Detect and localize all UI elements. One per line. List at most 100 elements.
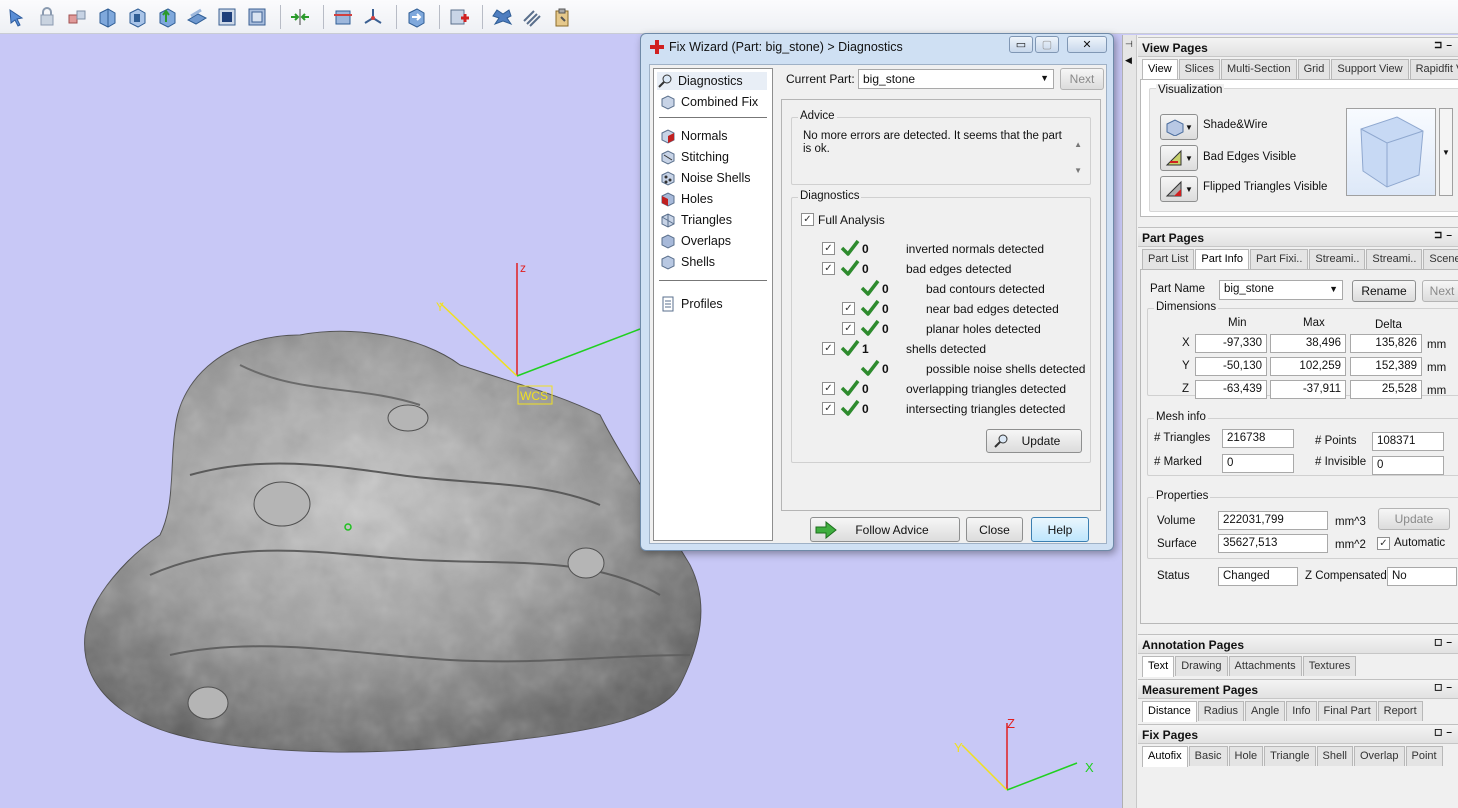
fix-wizard-icon[interactable] — [446, 4, 472, 30]
update-button[interactable]: Update — [986, 429, 1082, 453]
export-icon[interactable] — [403, 4, 429, 30]
maximize-close-icon[interactable]: ◻– — [1434, 637, 1456, 648]
measurement_pages-tab-5[interactable]: Report — [1377, 701, 1423, 721]
fix_pages-tab-1[interactable]: Basic — [1188, 746, 1228, 766]
diagnostic-checkbox[interactable]: ✓ — [822, 402, 835, 415]
select-icon[interactable] — [4, 4, 30, 30]
collapse-icon[interactable]: ◀ — [1125, 55, 1132, 66]
nav-item-triangles[interactable]: Triangles — [660, 211, 732, 229]
annotation-pages-header[interactable]: Annotation Pages ◻– — [1138, 634, 1458, 654]
part_pages-tab-2[interactable]: Part Fixi.. — [1249, 249, 1309, 269]
fix_pages-tab-3[interactable]: Triangle — [1264, 746, 1316, 766]
part_pages-tab-5[interactable]: Scenes — [1423, 249, 1458, 269]
diagnostic-checkbox[interactable]: ✓ — [822, 262, 835, 275]
fix-pages-header[interactable]: Fix Pages ◻– — [1138, 724, 1458, 744]
measurement_pages-tab-2[interactable]: Angle — [1245, 701, 1286, 721]
maximize-close-icon[interactable]: ◻– — [1434, 682, 1456, 693]
fix_pages-tab-4[interactable]: Shell — [1316, 746, 1353, 766]
measurement_pages-tab-1[interactable]: Radius — [1197, 701, 1245, 721]
nav-item-stitching[interactable]: Stitching — [660, 148, 729, 166]
view-cube-dropdown[interactable]: ▼ — [1439, 108, 1453, 196]
next-button[interactable]: Next — [1060, 68, 1104, 90]
properties-update-button[interactable]: Update — [1378, 508, 1450, 530]
current-part-select[interactable]: big_stone ▼ — [858, 69, 1054, 89]
maximize-close-icon[interactable]: ◻– — [1434, 727, 1456, 738]
close-icon: ✕ — [1082, 39, 1092, 51]
nav-item-shells[interactable]: Shells — [660, 253, 715, 271]
diagnostic-checkbox[interactable]: ✓ — [822, 342, 835, 355]
follow-advice-button[interactable]: Follow Advice — [810, 517, 960, 542]
nav-item-combined-fix[interactable]: Combined Fix — [660, 93, 758, 111]
bad-edges-button[interactable]: ▼ — [1160, 145, 1198, 171]
part-next-button[interactable]: Next — [1422, 280, 1458, 302]
part_pages-tab-3[interactable]: Streami.. — [1309, 249, 1366, 269]
align-icon[interactable] — [287, 4, 313, 30]
view_pages-tab-0[interactable]: View — [1142, 59, 1178, 80]
annotation_pages-tab-1[interactable]: Drawing — [1175, 656, 1228, 676]
box-icon[interactable] — [214, 4, 240, 30]
view_pages-tab-5[interactable]: Rapidfit View — [1409, 59, 1458, 79]
rename-button[interactable]: Rename — [1352, 280, 1416, 302]
flipped-triangles-button[interactable]: ▼ — [1160, 176, 1198, 202]
measurement-pages-header[interactable]: Measurement Pages ◻– — [1138, 679, 1458, 699]
view-front-icon[interactable] — [94, 4, 120, 30]
automatic-checkbox[interactable]: ✓ — [1377, 537, 1390, 550]
nav-item-profiles[interactable]: Profiles — [660, 295, 723, 313]
nav-item-diagnostics[interactable]: Diagnostics — [657, 72, 767, 90]
pin-icon[interactable]: ⊣ — [1125, 39, 1133, 50]
annotation_pages-tab-0[interactable]: Text — [1142, 656, 1175, 677]
annotation_pages-tab-2[interactable]: Attachments — [1228, 656, 1302, 676]
part-name-select[interactable]: big_stone ▼ — [1219, 280, 1343, 300]
clipboard-icon[interactable] — [549, 4, 575, 30]
shaded-box-icon[interactable] — [244, 4, 270, 30]
view-pages-header[interactable]: View Pages ⊐– — [1138, 37, 1458, 57]
fix_pages-tab-5[interactable]: Overlap — [1353, 746, 1405, 766]
view-pages-title: View Pages — [1142, 41, 1208, 55]
view_pages-tab-4[interactable]: Support View — [1331, 59, 1409, 79]
view-iso-icon[interactable] — [154, 4, 180, 30]
diagnostic-checkbox[interactable]: ✓ — [822, 382, 835, 395]
annotation_pages-tab-3[interactable]: Textures — [1302, 656, 1357, 676]
nav-item-normals[interactable]: Normals — [660, 127, 728, 145]
layers-icon[interactable] — [519, 4, 545, 30]
pin-close-icon[interactable]: ⊐– — [1434, 40, 1456, 51]
minimize-button[interactable]: ▭ — [1009, 36, 1033, 53]
stone-model[interactable] — [84, 330, 702, 753]
shade-wire-button[interactable]: ▼ — [1160, 114, 1198, 140]
axes-transform-icon[interactable] — [360, 4, 386, 30]
part_pages-tab-0[interactable]: Part List — [1142, 249, 1195, 269]
flip-plane-icon[interactable] — [184, 4, 210, 30]
settings-icon[interactable] — [489, 4, 515, 30]
part_pages-tab-4[interactable]: Streami.. — [1366, 249, 1423, 269]
view-side-icon[interactable] — [124, 4, 150, 30]
nav-item-overlaps[interactable]: Overlaps — [660, 232, 731, 250]
lock-icon[interactable] — [34, 4, 60, 30]
view-cube[interactable] — [1346, 108, 1436, 196]
cubes-icon[interactable] — [64, 4, 90, 30]
diagnostic-checkbox[interactable]: ✓ — [822, 242, 835, 255]
measurement_pages-tab-3[interactable]: Info — [1286, 701, 1317, 721]
view_pages-tab-2[interactable]: Multi-Section — [1221, 59, 1297, 79]
close-window-button[interactable]: ✕ — [1067, 36, 1107, 53]
close-button[interactable]: Close — [966, 517, 1023, 542]
pin-close-icon[interactable]: ⊐– — [1434, 230, 1456, 241]
measurement_pages-tab-0[interactable]: Distance — [1142, 701, 1197, 722]
advice-scrollbar[interactable]: ▲ ▼ — [1074, 132, 1082, 184]
view_pages-tab-1[interactable]: Slices — [1178, 59, 1220, 79]
diagnostic-checkbox[interactable]: ✓ — [842, 302, 855, 315]
full-analysis-checkbox[interactable]: ✓ — [801, 213, 814, 226]
nav-item-noise-shells[interactable]: Noise Shells — [660, 169, 750, 187]
maximize-button[interactable]: ▢ — [1035, 36, 1059, 53]
fix_pages-tab-2[interactable]: Hole — [1228, 746, 1264, 766]
fix_pages-tab-6[interactable]: Point — [1405, 746, 1443, 766]
fix_pages-tab-0[interactable]: Autofix — [1142, 746, 1188, 767]
diagnostic-checkbox[interactable]: ✓ — [842, 322, 855, 335]
part_pages-tab-1[interactable]: Part Info — [1195, 249, 1249, 270]
measurement_pages-tab-4[interactable]: Final Part — [1317, 701, 1377, 721]
help-button[interactable]: Help — [1031, 517, 1089, 542]
part-box-icon[interactable] — [330, 4, 356, 30]
nav-item-holes[interactable]: Holes — [660, 190, 713, 208]
dialog-titlebar[interactable]: Fix Wizard (Part: big_stone) > Diagnosti… — [641, 34, 1113, 60]
part-pages-header[interactable]: Part Pages ⊐– — [1138, 227, 1458, 247]
view_pages-tab-3[interactable]: Grid — [1297, 59, 1331, 79]
